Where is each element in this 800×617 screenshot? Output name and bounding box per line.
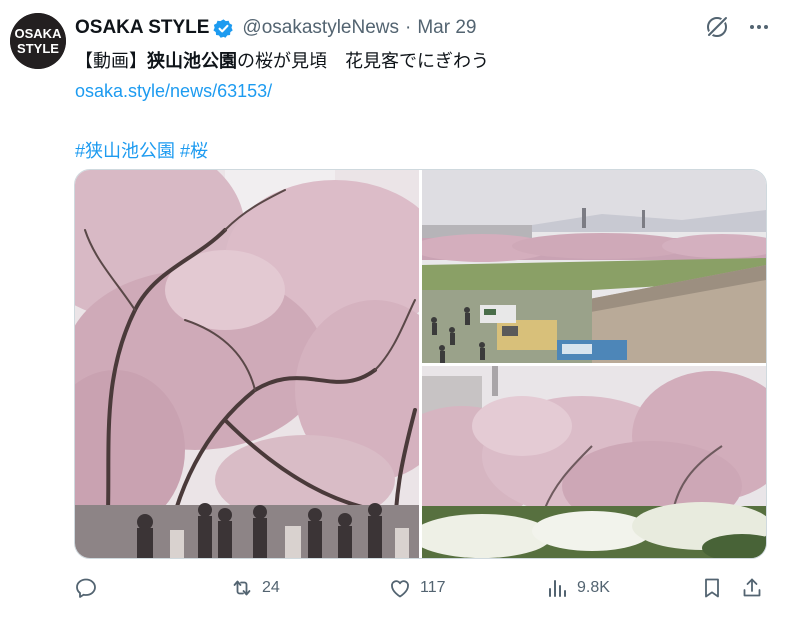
photo-blossoms-white-flowers[interactable] [422,366,766,558]
handle[interactable]: @osakastyleNews [242,17,399,39]
tweet-header: OSAKA STYLE @osakastyleNews · Mar 29 [75,14,476,42]
riverbank-image [422,170,766,363]
photo-cherry-tunnel[interactable] [75,170,419,558]
reply-icon [74,576,98,600]
headline-prefix: 【動画】 [75,51,147,71]
share-icon [740,576,764,600]
views-button[interactable]: 9.8K [545,573,610,603]
cherry-tunnel-image [75,170,419,558]
tweet-date[interactable]: Mar 29 [417,17,476,39]
avatar-text-bottom: STYLE [17,41,59,56]
views-icon [545,576,569,600]
grok-icon[interactable] [704,14,730,40]
view-count: 9.8K [577,579,610,596]
headline-suffix: の桜が見頃 花見客でにぎわう [237,51,489,71]
retweet-button[interactable]: 24 [230,573,280,603]
like-button[interactable]: 117 [388,573,446,603]
hashtag-sakura[interactable]: #桜 [180,141,208,161]
avatar[interactable]: OSAKA STYLE [10,13,66,69]
headline-bold: 狭山池公園 [147,51,237,71]
tweet-headline: 【動画】狭山池公園の桜が見頃 花見客でにぎわう [75,46,775,76]
like-count: 117 [420,579,446,596]
retweet-icon [230,576,254,600]
retweet-count: 24 [262,579,280,596]
hashtag-sayamaike[interactable]: #狭山池公園 [75,141,175,161]
blossoms-image [422,366,766,558]
media-grid [74,169,767,559]
news-link[interactable]: osaka.style/news/63153/ [75,76,775,106]
action-bar: 24 117 9.8K [74,573,774,603]
bookmark-button[interactable] [700,573,724,603]
like-icon [388,576,412,600]
reply-button[interactable] [74,573,106,603]
display-name[interactable]: OSAKA STYLE [75,17,209,39]
separator-dot: · [405,17,412,38]
tweet-text: 【動画】狭山池公園の桜が見頃 花見客でにぎわう osaka.style/news… [75,46,775,166]
more-icon[interactable] [748,16,770,38]
bookmark-icon [700,576,724,600]
hashtags: #狭山池公園 #桜 [75,136,775,166]
photo-riverbank-food-trucks[interactable] [422,170,766,363]
avatar-logo: OSAKA STYLE [10,13,66,69]
header-actions [704,14,770,40]
share-button[interactable] [740,573,764,603]
avatar-text-top: OSAKA [15,26,63,41]
verified-badge-icon[interactable] [213,18,234,39]
